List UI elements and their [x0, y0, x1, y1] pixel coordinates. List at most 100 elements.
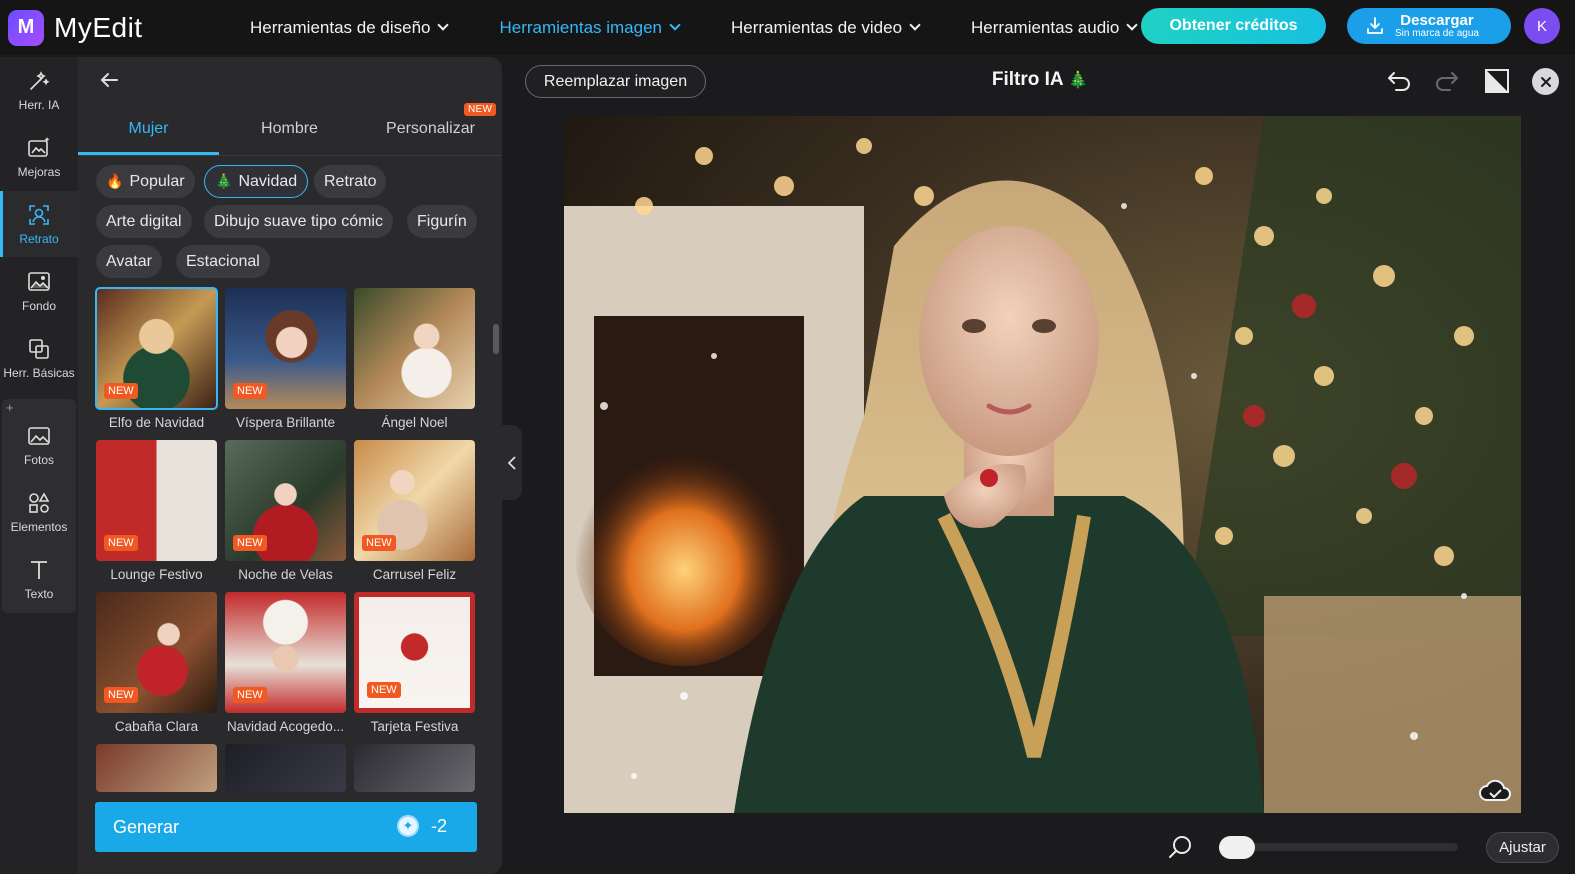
style-label: Cabaña Clara [114, 719, 199, 734]
style-card-happy-carousel[interactable]: NEW Carrusel Feliz [354, 440, 475, 582]
fit-button[interactable]: Ajustar [1486, 832, 1559, 863]
download-sublabel: Sin marca de agua [1395, 27, 1479, 39]
top-bar: M MyEdit Herramientas de diseño Herramie… [0, 0, 1575, 55]
tree-icon: 🎄 [215, 173, 233, 189]
style-thumbnail[interactable] [225, 744, 346, 792]
style-card-elf[interactable]: NEW Elfo de Navidad [95, 287, 218, 430]
enhance-image-icon [28, 136, 50, 157]
zoom-slider-handle[interactable] [1219, 836, 1255, 859]
style-thumbnail[interactable]: NEW [354, 440, 475, 561]
zoom-slider-track[interactable] [1220, 843, 1458, 851]
rail-item-text[interactable]: Texto [0, 546, 78, 612]
style-thumbnail[interactable]: NEW [96, 440, 217, 561]
zoom-icon[interactable] [1168, 834, 1194, 860]
nav-label: Herramientas de video [731, 17, 903, 37]
active-tab-indicator [78, 152, 219, 155]
style-label: Lounge Festivo [110, 567, 203, 582]
user-avatar[interactable]: K [1524, 8, 1560, 44]
style-thumbnail[interactable] [354, 744, 475, 792]
style-label: Elfo de Navidad [108, 415, 205, 430]
style-thumbnail[interactable]: NEW [354, 592, 475, 713]
style-label: Ángel Noel [381, 415, 448, 430]
close-button[interactable] [1532, 68, 1559, 95]
rail-item-ai-tools[interactable]: Herr. IA [0, 57, 78, 123]
cost-value: -2 [430, 815, 447, 836]
fire-icon: 🔥 [106, 173, 124, 189]
new-badge: NEW [104, 687, 138, 703]
nav-video-tools[interactable]: Herramientas de video [731, 17, 921, 38]
get-credits-button[interactable]: Obtener créditos [1141, 8, 1326, 44]
download-button[interactable]: Descargar Sin marca de agua [1347, 8, 1511, 44]
gender-tabs: Mujer Hombre Personalizar NEW [78, 103, 502, 156]
style-thumbnail[interactable]: NEW [95, 287, 218, 410]
chip-figurine[interactable]: Figurín [407, 205, 477, 238]
rail-item-portrait[interactable]: Retrato [0, 191, 78, 257]
chip-digital-art[interactable]: Arte digital [96, 205, 192, 238]
style-card-bright-cabin[interactable]: NEW Cabaña Clara [96, 592, 217, 734]
logo[interactable]: M MyEdit [8, 9, 208, 46]
new-badge: NEW [104, 535, 138, 551]
style-thumbnail[interactable]: NEW [225, 592, 346, 713]
rail-item-basic-tools[interactable]: Herr. Básicas [0, 325, 78, 391]
tool-rail: Herr. IA Mejoras Retrato Fondo Herr. Bás… [0, 57, 78, 874]
style-thumbnail[interactable]: NEW [225, 288, 346, 409]
chip-seasonal[interactable]: Estacional [176, 245, 270, 278]
style-thumbnail[interactable] [354, 288, 475, 409]
chip-avatar[interactable]: Avatar [96, 245, 162, 278]
style-card-candle-night[interactable]: NEW Noche de Velas [225, 440, 346, 582]
new-badge: NEW [367, 682, 401, 698]
nav-image-tools[interactable]: Herramientas imagen [499, 17, 681, 38]
credit-coin-icon: ✦ [396, 815, 419, 837]
style-label: Carrusel Feliz [372, 567, 457, 582]
download-icon [1367, 17, 1383, 34]
style-card-bright-eve[interactable]: NEW Víspera Brillante [225, 288, 346, 430]
cloud-saved-icon[interactable] [1478, 776, 1512, 806]
style-card-festive-lounge[interactable]: NEW Lounge Festivo [96, 440, 217, 582]
style-card-partial[interactable] [96, 744, 217, 792]
tab-customize[interactable]: Personalizar [360, 120, 501, 138]
style-card-festive-card[interactable]: NEW Tarjeta Festiva [354, 592, 475, 734]
style-thumbnail[interactable] [96, 744, 217, 792]
chevron-down-icon [437, 19, 450, 31]
rail-item-enhance[interactable]: Mejoras [0, 124, 78, 190]
style-card-partial[interactable] [225, 744, 346, 792]
chip-christmas[interactable]: 🎄 Navidad [204, 165, 309, 198]
redo-icon[interactable] [1432, 66, 1462, 96]
collapse-panel-button[interactable] [502, 425, 522, 500]
style-card-partial[interactable] [354, 744, 475, 792]
photo-illustration [564, 116, 1521, 813]
chip-popular[interactable]: 🔥 Popular [96, 165, 195, 198]
rail-label: Elementos [10, 519, 68, 534]
new-badge: NEW [464, 103, 497, 116]
nav-label: Herramientas imagen [499, 17, 662, 37]
nav-audio-tools[interactable]: Herramientas audio [971, 18, 1139, 38]
chip-soft-comic[interactable]: Dibujo suave tipo cómic [204, 205, 393, 238]
generate-button[interactable]: Generar ✦ -2 [95, 802, 477, 852]
style-label: Noche de Velas [238, 567, 333, 582]
new-badge: NEW [233, 383, 267, 399]
style-thumbnail[interactable]: NEW [225, 440, 346, 561]
compare-icon[interactable] [1482, 66, 1512, 96]
rail-item-background[interactable]: Fondo [0, 258, 78, 324]
style-card-angel-noel[interactable]: Ángel Noel [354, 288, 475, 430]
close-icon [1540, 76, 1551, 87]
undo-icon[interactable] [1384, 66, 1414, 96]
chevron-down-icon [669, 19, 681, 31]
crop-icon [29, 338, 49, 359]
tab-woman[interactable]: Mujer [78, 120, 219, 138]
generate-label: Generar [113, 816, 180, 837]
panel-scrollbar[interactable] [493, 324, 499, 354]
back-arrow-icon[interactable] [98, 69, 120, 91]
rail-item-photos[interactable]: Fotos [0, 412, 78, 478]
nav-design-tools[interactable]: Herramientas de diseño [250, 18, 450, 38]
rail-item-elements[interactable]: Elementos [0, 479, 78, 545]
tab-man[interactable]: Hombre [219, 120, 360, 138]
style-card-cozy-christmas[interactable]: NEW Navidad Acogedo... [225, 592, 346, 734]
chevron-down-icon [1126, 19, 1139, 31]
chip-portrait[interactable]: Retrato [314, 165, 387, 198]
rail-label: Herr. IA [18, 97, 60, 112]
chevron-down-icon [909, 19, 921, 31]
tree-icon: 🎄 [1068, 72, 1089, 89]
replace-image-button[interactable]: Reemplazar imagen [525, 65, 706, 98]
style-thumbnail[interactable]: NEW [96, 592, 217, 713]
